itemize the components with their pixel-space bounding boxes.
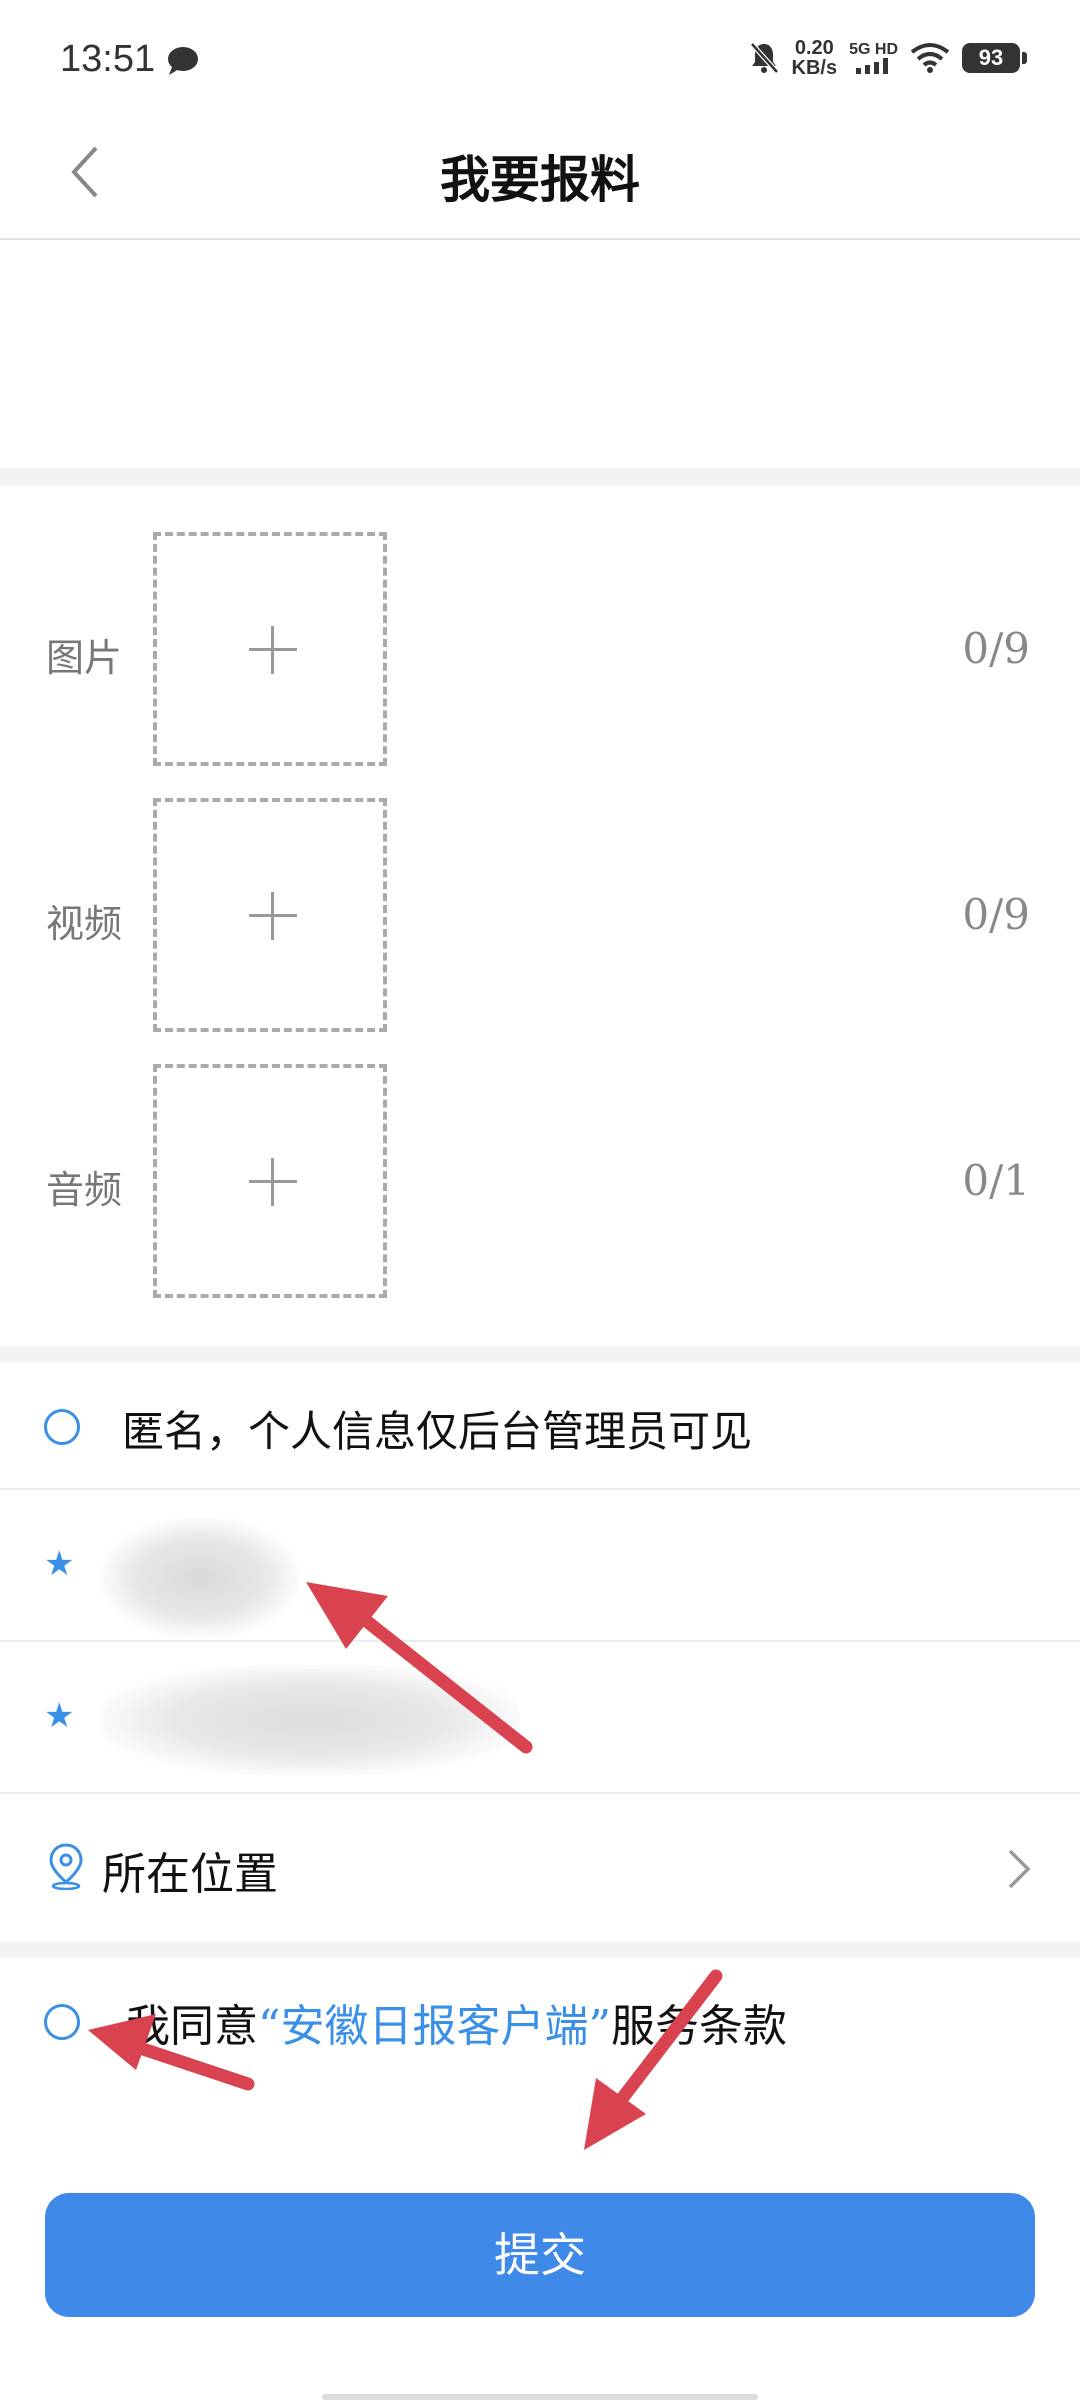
agreement-text: 我同意“安徽日报客户端”服务条款 (126, 1990, 787, 2054)
audio-count: 0/1 (962, 1156, 1030, 1205)
anonymous-label: 匿名，个人信息仅后台管理员可见 (122, 1407, 753, 1456)
video-label: 视频 (46, 902, 123, 946)
status-icons: 0.20 KB/s 5G HD 93 (748, 37, 1027, 79)
agreement-suffix: 服务条款 (611, 2001, 787, 2052)
add-video-button[interactable] (153, 798, 387, 1032)
terms-link[interactable]: “安徽日报客户端” (258, 2001, 611, 2052)
required-star-icon: ★ (44, 1544, 75, 1584)
required-star-icon: ★ (44, 1696, 75, 1736)
network-speed: 0.20 KB/s (791, 37, 838, 79)
row-divider (0, 1488, 1080, 1490)
submit-button[interactable]: 提交 (45, 2193, 1035, 2317)
row-divider (0, 1640, 1080, 1642)
add-audio-button[interactable] (153, 1064, 387, 1298)
section-divider (0, 468, 1080, 486)
chat-bubble-icon (168, 47, 198, 75)
chevron-right-icon (1008, 1849, 1031, 1889)
home-indicator[interactable] (322, 2394, 758, 2400)
audio-label: 音频 (46, 1168, 123, 1212)
phone-field[interactable] (100, 1665, 520, 1775)
page-title: 我要报料 (440, 150, 640, 209)
anonymous-radio[interactable] (44, 1409, 80, 1445)
location-label: 所在位置 (102, 1849, 278, 1900)
section-divider (0, 1346, 1080, 1362)
image-count: 0/9 (962, 624, 1030, 673)
section-divider (0, 1942, 1080, 1958)
location-pin-icon (49, 1843, 83, 1890)
name-field[interactable] (100, 1518, 300, 1638)
agreement-prefix: 我同意 (126, 2001, 258, 2052)
agree-radio[interactable] (44, 2004, 80, 2040)
battery-icon: 93 (962, 43, 1027, 73)
status-time: 13:51 (60, 38, 156, 80)
add-image-button[interactable] (153, 532, 387, 766)
image-label: 图片 (46, 636, 123, 680)
video-count: 0/9 (962, 890, 1030, 939)
wifi-icon (910, 43, 950, 73)
content-text-area[interactable] (0, 242, 1080, 466)
signal-icon: 5G HD (849, 42, 898, 74)
mute-bell-icon (749, 42, 779, 74)
